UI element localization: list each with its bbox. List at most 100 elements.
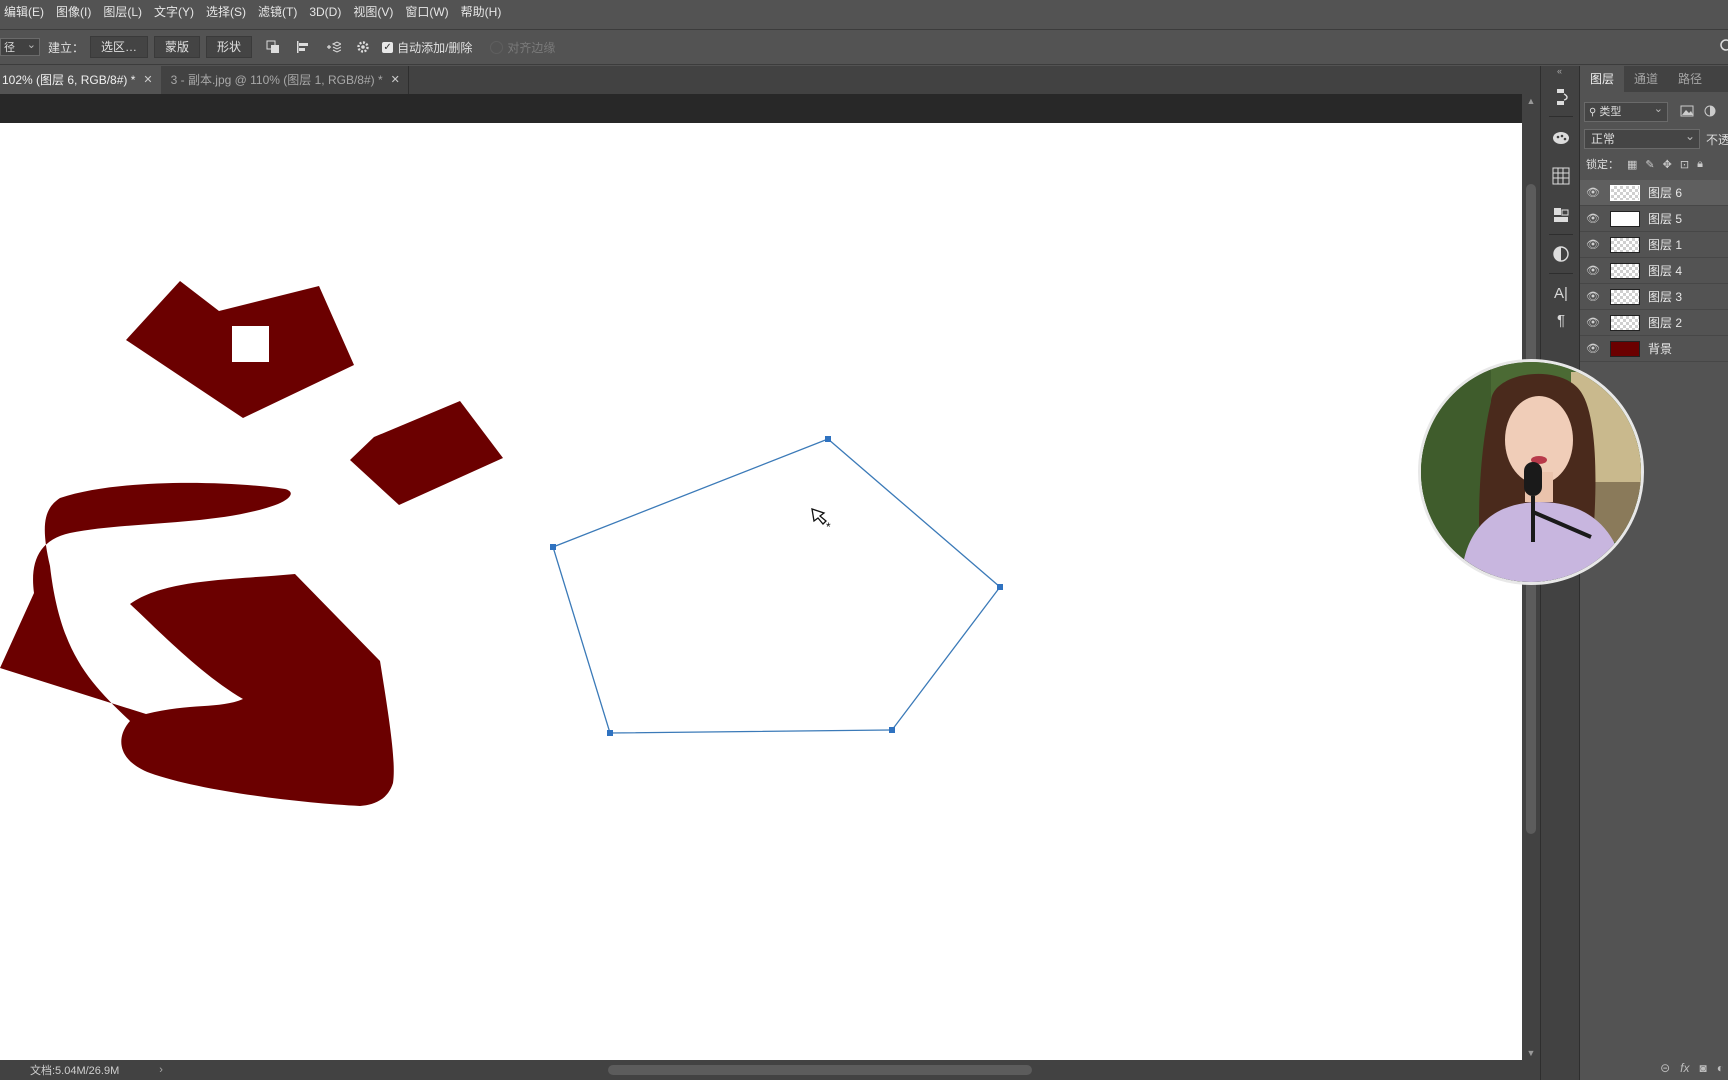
menu-help[interactable]: 帮助(H): [455, 0, 508, 24]
eye-icon[interactable]: 👁︎: [1582, 290, 1604, 303]
search-icon[interactable]: [1719, 38, 1728, 54]
layers-panel: 图层 通道 路径 ⚲ 类型 正常 不透 锁定： ▦ ✎ ✥ ⊡ 🔒︎ 👁︎ 图层…: [1580, 66, 1728, 1080]
layer-thumbnail: [1610, 236, 1640, 253]
selection-button[interactable]: 选区…: [90, 36, 149, 58]
anchor-point[interactable]: [550, 544, 556, 550]
layer-name: 图层 1: [1648, 238, 1683, 252]
fx-icon[interactable]: fx: [1680, 1061, 1689, 1075]
path-mode-select[interactable]: 径: [0, 36, 40, 56]
eye-icon[interactable]: 👁︎: [1582, 212, 1604, 225]
artwork: *: [0, 281, 1003, 806]
new-adjustment-icon[interactable]: ◐: [1717, 1061, 1724, 1075]
layer-list: 👁︎ 图层 6 👁︎ 图层 5 👁︎ 图层 1 👁︎ 图层 4 👁︎ 图层 3 …: [1580, 180, 1728, 362]
layer-thumbnail: [1610, 340, 1640, 357]
lock-transparent-icon[interactable]: ▦: [1627, 158, 1637, 171]
lock-row: 锁定： ▦ ✎ ✥ ⊡ 🔒︎: [1586, 156, 1703, 172]
mask-button[interactable]: 蒙版: [154, 36, 201, 58]
menu-view[interactable]: 视图(V): [347, 0, 399, 24]
layer-row[interactable]: 👁︎ 图层 1: [1580, 232, 1728, 258]
search-icon: ⚲: [1589, 107, 1597, 118]
auto-add-delete-checkbox[interactable]: ✓: [382, 41, 394, 53]
horizontal-scrollbar[interactable]: [190, 1064, 1520, 1076]
tab-active-document[interactable]: 102% (图层 6, RGB/8#) * ✕: [0, 66, 161, 94]
svg-text:*: *: [826, 520, 831, 534]
lock-artboard-icon[interactable]: ⊡: [1680, 158, 1689, 171]
tab-channels[interactable]: 通道: [1624, 66, 1668, 92]
tab-document-copy[interactable]: 3 - 副本.jpg @ 110% (图层 1, RGB/8#) * ✕: [161, 66, 409, 94]
eye-icon[interactable]: 👁︎: [1582, 264, 1604, 277]
menu-select[interactable]: 选择(S): [200, 0, 252, 24]
layer-row[interactable]: 👁︎ 图层 4: [1580, 258, 1728, 284]
layer-thumbnail: [1610, 184, 1640, 201]
layer-thumbnail: [1610, 288, 1640, 305]
tab-label: 102% (图层 6, RGB/8#) *: [2, 73, 136, 87]
adjustments-icon[interactable]: [1550, 245, 1572, 267]
workspace: *: [0, 94, 1522, 1060]
menu-type[interactable]: 文字(Y): [148, 0, 200, 24]
tab-paths[interactable]: 路径: [1668, 66, 1712, 92]
image-filter-icon[interactable]: [1680, 105, 1694, 120]
history-icon[interactable]: [1550, 88, 1572, 110]
path-operations-icon[interactable]: [262, 36, 284, 58]
eye-icon[interactable]: 👁︎: [1582, 316, 1604, 329]
anchor-point[interactable]: [997, 584, 1003, 590]
close-icon[interactable]: ✕: [391, 66, 400, 94]
layers-panel-footer: ⊝ fx ◙ ◐: [1580, 1056, 1728, 1080]
anchor-point[interactable]: [825, 436, 831, 442]
layer-row[interactable]: 👁︎ 图层 6: [1580, 180, 1728, 206]
menu-window[interactable]: 窗口(W): [399, 0, 454, 24]
lock-move-icon[interactable]: ✥: [1663, 158, 1672, 171]
eye-icon[interactable]: 👁︎: [1582, 238, 1604, 251]
menu-filter[interactable]: 滤镜(T): [252, 0, 303, 24]
options-bar: 径 建立： 选区… 蒙版 形状 ✓ 自动添加/删除 对齐边缘: [0, 29, 1728, 65]
menu-3d[interactable]: 3D(D): [303, 0, 347, 24]
scroll-down-icon[interactable]: ▼: [1526, 1048, 1536, 1058]
filter-label: 类型: [1599, 106, 1622, 118]
layer-row[interactable]: 👁︎ 背景: [1580, 336, 1728, 362]
status-menu-chevron[interactable]: ›: [159, 1064, 163, 1076]
adjustment-filter-icon[interactable]: [1704, 105, 1716, 120]
paragraph-panel-icon[interactable]: ¶: [1550, 310, 1572, 332]
scroll-up-icon[interactable]: ▲: [1526, 96, 1536, 106]
menu-layer[interactable]: 图层(L): [97, 0, 148, 24]
layer-thumbnail: [1610, 262, 1640, 279]
eye-icon[interactable]: 👁︎: [1582, 186, 1604, 199]
menu-image[interactable]: 图像(I): [50, 0, 97, 24]
eye-icon[interactable]: 👁︎: [1582, 342, 1604, 355]
collapse-icon[interactable]: «: [1557, 66, 1562, 76]
blend-mode-select[interactable]: 正常: [1584, 127, 1700, 149]
libraries-icon[interactable]: [1550, 206, 1572, 228]
close-icon[interactable]: ✕: [143, 66, 152, 94]
add-mask-icon[interactable]: ◙: [1700, 1061, 1707, 1075]
layer-name: 背景: [1648, 342, 1673, 356]
character-panel-icon[interactable]: A|: [1550, 283, 1572, 305]
layer-thumbnail: [1610, 314, 1640, 331]
shape-pentagon-with-hole: [126, 281, 354, 418]
path-alignment-icon[interactable]: [292, 36, 314, 58]
color-palette-icon[interactable]: [1550, 128, 1572, 150]
layer-filter-select[interactable]: ⚲ 类型: [1584, 100, 1668, 122]
path-arrangement-icon[interactable]: [322, 36, 344, 58]
gear-icon[interactable]: [352, 36, 374, 58]
link-layers-icon[interactable]: ⊝: [1660, 1061, 1670, 1075]
pen-path[interactable]: [550, 436, 1003, 736]
layer-name: 图层 5: [1648, 212, 1683, 226]
align-edges-label: 对齐边缘: [507, 40, 556, 55]
anchor-point[interactable]: [889, 727, 895, 733]
canvas[interactable]: *: [0, 123, 1522, 1060]
swatches-grid-icon[interactable]: [1550, 167, 1572, 189]
layer-row[interactable]: 👁︎ 图层 5: [1580, 206, 1728, 232]
layer-row[interactable]: 👁︎ 图层 2: [1580, 310, 1728, 336]
scroll-thumb[interactable]: [608, 1065, 1032, 1075]
lock-brush-icon[interactable]: ✎: [1645, 158, 1654, 171]
layer-row[interactable]: 👁︎ 图层 3: [1580, 284, 1728, 310]
anchor-point[interactable]: [607, 730, 613, 736]
lock-all-icon[interactable]: 🔒︎: [1697, 158, 1703, 171]
shape-button[interactable]: 形状: [206, 36, 253, 58]
presenter-video: [1421, 362, 1641, 582]
menu-edit[interactable]: 编辑(E): [0, 0, 50, 24]
webcam-overlay: [1418, 359, 1644, 585]
align-edges-checkbox[interactable]: [490, 40, 504, 54]
menu-bar: 编辑(E) 图像(I) 图层(L) 文字(Y) 选择(S) 滤镜(T) 3D(D…: [0, 0, 1728, 24]
tab-layers[interactable]: 图层: [1580, 66, 1625, 92]
